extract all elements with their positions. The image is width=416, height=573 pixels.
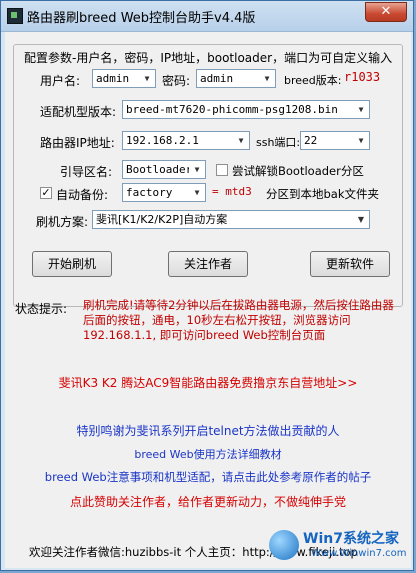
backup-value: factory	[126, 186, 173, 199]
donate-link[interactable]: 点此赞助关注作者，给作者更新动力，不做纯伸手党	[5, 493, 411, 510]
model-label: 适配机型版本:	[40, 105, 117, 119]
chevron-down-icon[interactable]: ▼	[353, 132, 369, 149]
model-value: breed-mt7620-phicomm-psg1208.bin	[126, 103, 338, 116]
thanks-link[interactable]: 特别鸣谢为斐讯系列开启telnet方法做出贡献的人	[5, 422, 411, 439]
chevron-down-icon[interactable]: ▼	[189, 161, 205, 178]
unlock-label: 尝试解锁Bootloader分区	[232, 164, 364, 178]
chevron-down-icon[interactable]: ▼	[353, 101, 369, 118]
ip-label: 路由器IP地址:	[40, 136, 115, 150]
config-groupbox: 配置参数-用户名，密码，IP地址，bootloader，端口为可自定义输入 用户…	[13, 44, 403, 307]
notes-link[interactable]: breed Web注意事项和机型适配，请点击此处参考原作者的帖子	[5, 469, 411, 485]
promo-link[interactable]: 斐讯K3 K2 腾达AC9智能路由器免费撸京东自营地址>>	[5, 374, 411, 391]
backup-combo[interactable]: factory ▼	[122, 183, 206, 202]
username-combo[interactable]: admin ▼	[92, 69, 156, 88]
client-area: 配置参数-用户名，密码，IP地址，bootloader，端口为可自定义输入 用户…	[5, 32, 411, 568]
app-icon	[7, 8, 23, 24]
password-value: admin	[200, 72, 234, 85]
tutorial-link[interactable]: breed Web使用方法详细教材	[5, 446, 411, 462]
backup-checkbox[interactable]: ✓	[40, 187, 52, 199]
status-label: 状态提示:	[15, 302, 68, 316]
chevron-down-icon[interactable]: ▼	[259, 70, 275, 87]
password-label: 密码:	[162, 74, 191, 88]
boot-value: Bootloader	[126, 163, 193, 176]
boot-combo[interactable]: Bootloader ▼	[122, 160, 206, 179]
chevron-down-icon[interactable]: ▼	[353, 211, 369, 228]
start-flash-button[interactable]: 开始刷机	[32, 251, 112, 277]
plan-label: 刷机方案:	[36, 215, 89, 229]
config-legend: 配置参数-用户名，密码，IP地址，bootloader，端口为可自定义输入	[22, 49, 395, 66]
backup-label: 自动备份:	[56, 188, 109, 202]
win7-logo-icon	[269, 530, 299, 560]
plan-combo[interactable]: 斐讯[K1/K2/K2P]自动方案 ▼	[92, 210, 370, 229]
ssh-combo[interactable]: 22 ▼	[300, 131, 370, 150]
chevron-down-icon[interactable]: ▼	[189, 184, 205, 201]
close-button[interactable]: ✕	[365, 2, 407, 22]
model-combo[interactable]: breed-mt7620-phicomm-psg1208.bin ▼	[122, 100, 370, 119]
chevron-down-icon[interactable]: ▼	[139, 70, 155, 87]
update-software-button[interactable]: 更新软件	[310, 251, 390, 277]
backup-mtd: = mtd3	[212, 185, 252, 198]
watermark-brand: Win7系统之家	[303, 531, 399, 547]
plan-value: 斐讯[K1/K2/K2P]自动方案	[96, 213, 228, 226]
follow-author-button[interactable]: 关注作者	[168, 251, 248, 277]
title-bar[interactable]: 路由器刷breed Web控制台助手v4.4版 ✕	[1, 1, 413, 32]
ssh-label: ssh端口:	[256, 136, 301, 149]
boot-label: 引导区名:	[60, 165, 113, 179]
username-value: admin	[96, 72, 130, 85]
backup-suffix: 分区到本地bak文件夹	[266, 187, 380, 201]
password-combo[interactable]: admin ▼	[196, 69, 276, 88]
chevron-down-icon[interactable]: ▼	[233, 132, 249, 149]
breed-version-label: breed版本:	[284, 74, 342, 87]
breed-version-value: r1033	[344, 70, 381, 84]
ip-combo[interactable]: 192.168.2.1 ▼	[122, 131, 250, 150]
ssh-value: 22	[304, 134, 318, 147]
app-window: 路由器刷breed Web控制台助手v4.4版 ✕ 配置参数-用户名，密码，IP…	[0, 0, 414, 571]
username-label: 用户名:	[40, 74, 81, 88]
window-title: 路由器刷breed Web控制台助手v4.4版	[27, 11, 256, 26]
status-message: 刷机完成!请等待2分钟以后在拔路由器电源，然后按住路由器后面的按钮，通电，10秒…	[83, 298, 394, 342]
watermark-url: Www.Winwin7.com	[311, 548, 407, 559]
ip-value: 192.168.2.1	[126, 134, 199, 147]
watermark: Win7系统之家 Www.Winwin7.com	[267, 526, 407, 566]
unlock-checkbox[interactable]	[216, 164, 228, 176]
